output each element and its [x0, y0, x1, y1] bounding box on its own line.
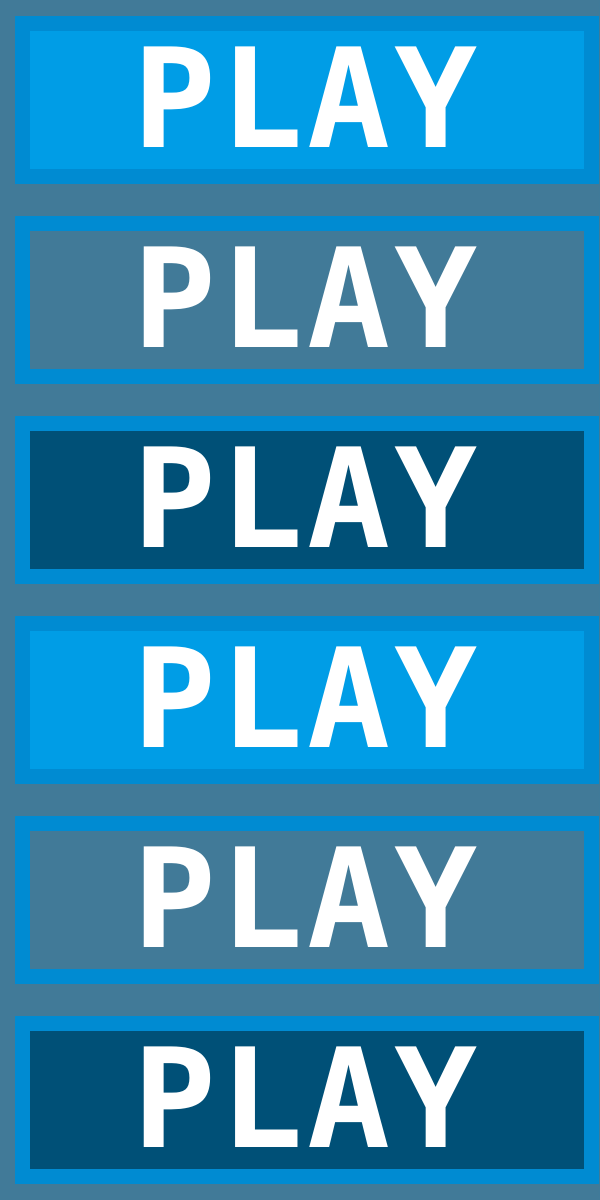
play-button-label: PLAY: [132, 819, 482, 980]
play-button-normal[interactable]: PLAY: [15, 16, 599, 184]
play-button-label: PLAY: [132, 19, 482, 180]
play-button-pressed[interactable]: PLAY: [15, 416, 599, 584]
play-button-hover[interactable]: PLAY: [15, 216, 599, 384]
play-button-label: PLAY: [132, 419, 482, 580]
play-button-label: PLAY: [132, 219, 482, 380]
play-button-label: PLAY: [132, 1019, 482, 1180]
play-button-label: PLAY: [132, 619, 482, 780]
play-button-normal[interactable]: PLAY: [15, 616, 599, 784]
play-button-hover[interactable]: PLAY: [15, 816, 599, 984]
play-button-pressed[interactable]: PLAY: [15, 1016, 599, 1184]
